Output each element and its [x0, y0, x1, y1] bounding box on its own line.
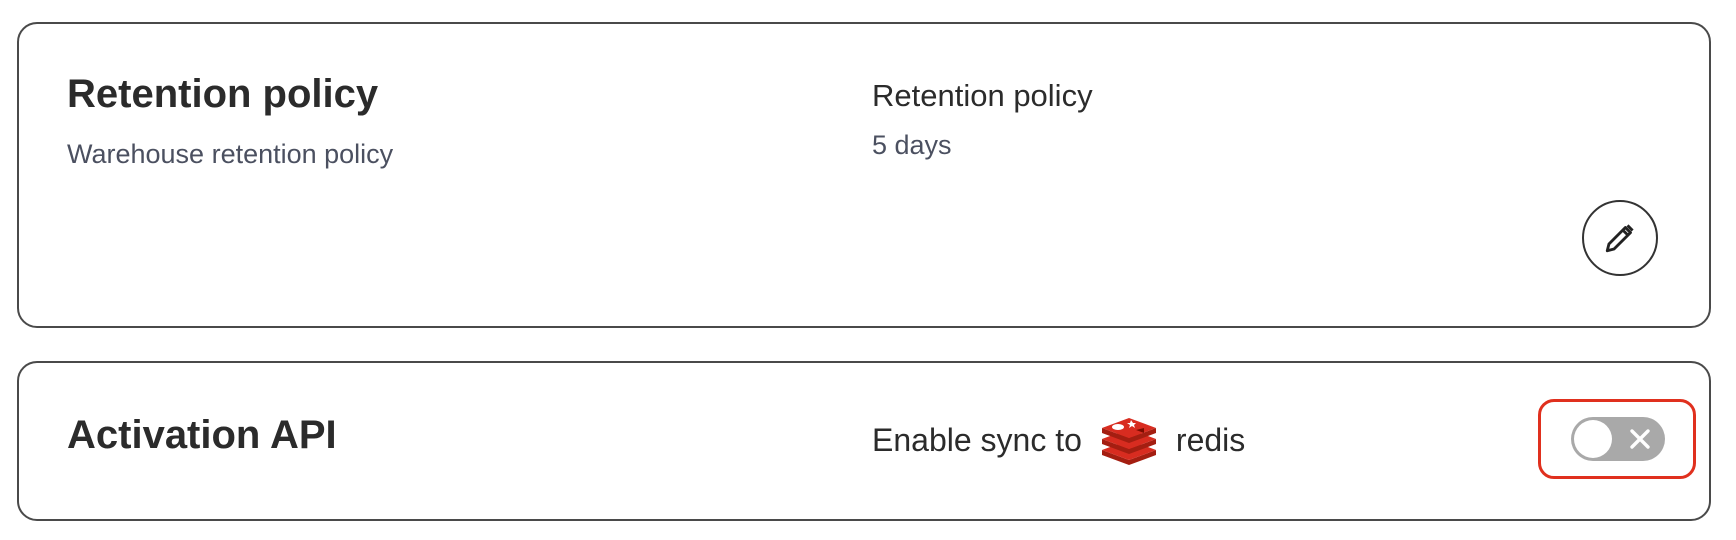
pencil-icon [1605, 224, 1634, 253]
edit-retention-button[interactable] [1582, 200, 1658, 276]
retention-card-title: Retention policy [67, 72, 379, 116]
retention-field-label: Retention policy [872, 78, 1093, 113]
enable-sync-toggle[interactable] [1571, 417, 1665, 461]
close-icon [1630, 429, 1650, 449]
redis-logo-icon [1101, 418, 1156, 465]
redis-label: redis [1175, 421, 1246, 458]
activation-api-card: Activation API Enable sync to redis [17, 361, 1711, 521]
retention-policy-card: Retention policy Warehouse retention pol… [17, 22, 1711, 328]
retention-card-subtitle: Warehouse retention policy [67, 139, 394, 169]
toggle-knob [1574, 420, 1612, 458]
sync-destination-row: Enable sync to redis [872, 413, 1245, 467]
activation-card-title: Activation API [67, 413, 337, 457]
sync-label: Enable sync to [872, 421, 1082, 458]
retention-field-value: 5 days [872, 130, 952, 160]
